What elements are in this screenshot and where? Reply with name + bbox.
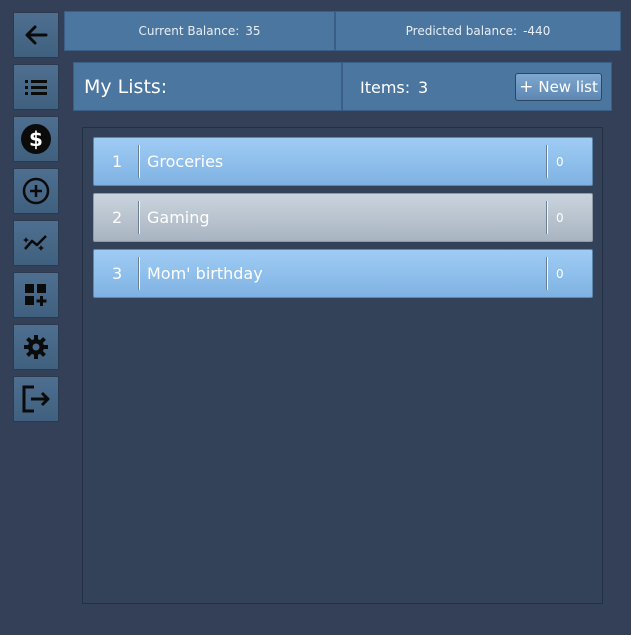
list-item-name: Groceries — [147, 152, 224, 171]
list-item[interactable]: 2 Gaming 0 — [93, 193, 593, 242]
items-label: Items: — [360, 78, 411, 97]
widgets-button[interactable] — [13, 272, 59, 318]
divider — [138, 201, 140, 234]
divider — [546, 145, 548, 178]
back-button[interactable] — [13, 12, 59, 58]
lists-button[interactable] — [13, 64, 59, 110]
sparkline-icon — [23, 235, 47, 251]
items-count: 3 — [418, 78, 429, 97]
predicted-balance-label: Predicted balance: — [405, 24, 518, 38]
plus-icon: + — [519, 76, 534, 97]
current-balance-value: 35 — [245, 24, 261, 38]
divider — [546, 257, 548, 290]
list-item-count: 0 — [556, 155, 564, 169]
settings-button[interactable] — [13, 324, 59, 370]
stats-button[interactable] — [13, 220, 59, 266]
list-item[interactable]: 3 Mom' birthday 0 — [93, 249, 593, 298]
predicted-balance: Predicted balance: -440 — [335, 11, 621, 51]
items-summary: Items: 3 + New list — [342, 62, 612, 111]
dollar-icon: $ — [21, 124, 51, 154]
add-button[interactable] — [13, 168, 59, 214]
plus-circle-icon — [22, 177, 50, 205]
logout-button[interactable] — [13, 376, 59, 422]
list-icon — [25, 80, 47, 95]
list-item-name: Mom' birthday — [147, 264, 263, 283]
balance-bar: Current Balance: 35 Predicted balance: -… — [64, 11, 621, 51]
list-item-number: 2 — [112, 208, 123, 227]
current-balance: Current Balance: 35 — [64, 11, 335, 51]
money-button[interactable]: $ — [13, 116, 59, 162]
arrow-left-icon — [25, 25, 48, 45]
gear-icon — [24, 335, 48, 359]
page-title: My Lists: — [73, 62, 342, 111]
logout-icon — [22, 385, 50, 413]
current-balance-label: Current Balance: — [138, 24, 240, 38]
new-list-label: New list — [538, 78, 598, 96]
list-item-number: 1 — [112, 152, 123, 171]
list-item-number: 3 — [112, 264, 123, 283]
list-item-count: 0 — [556, 267, 564, 281]
divider — [138, 257, 140, 290]
new-list-button[interactable]: + New list — [515, 73, 602, 101]
divider — [138, 145, 140, 178]
list-item-name: Gaming — [147, 208, 210, 227]
list-header: My Lists: Items: 3 + New list — [73, 62, 612, 111]
predicted-balance-value: -440 — [523, 24, 551, 38]
list-item-count: 0 — [556, 211, 564, 225]
svg-text:$: $ — [29, 127, 43, 151]
divider — [546, 201, 548, 234]
add-widget-icon — [25, 284, 47, 306]
lists-panel: 1 Groceries 0 2 Gaming 0 3 Mom' birthday… — [82, 127, 603, 604]
list-item[interactable]: 1 Groceries 0 — [93, 137, 593, 186]
